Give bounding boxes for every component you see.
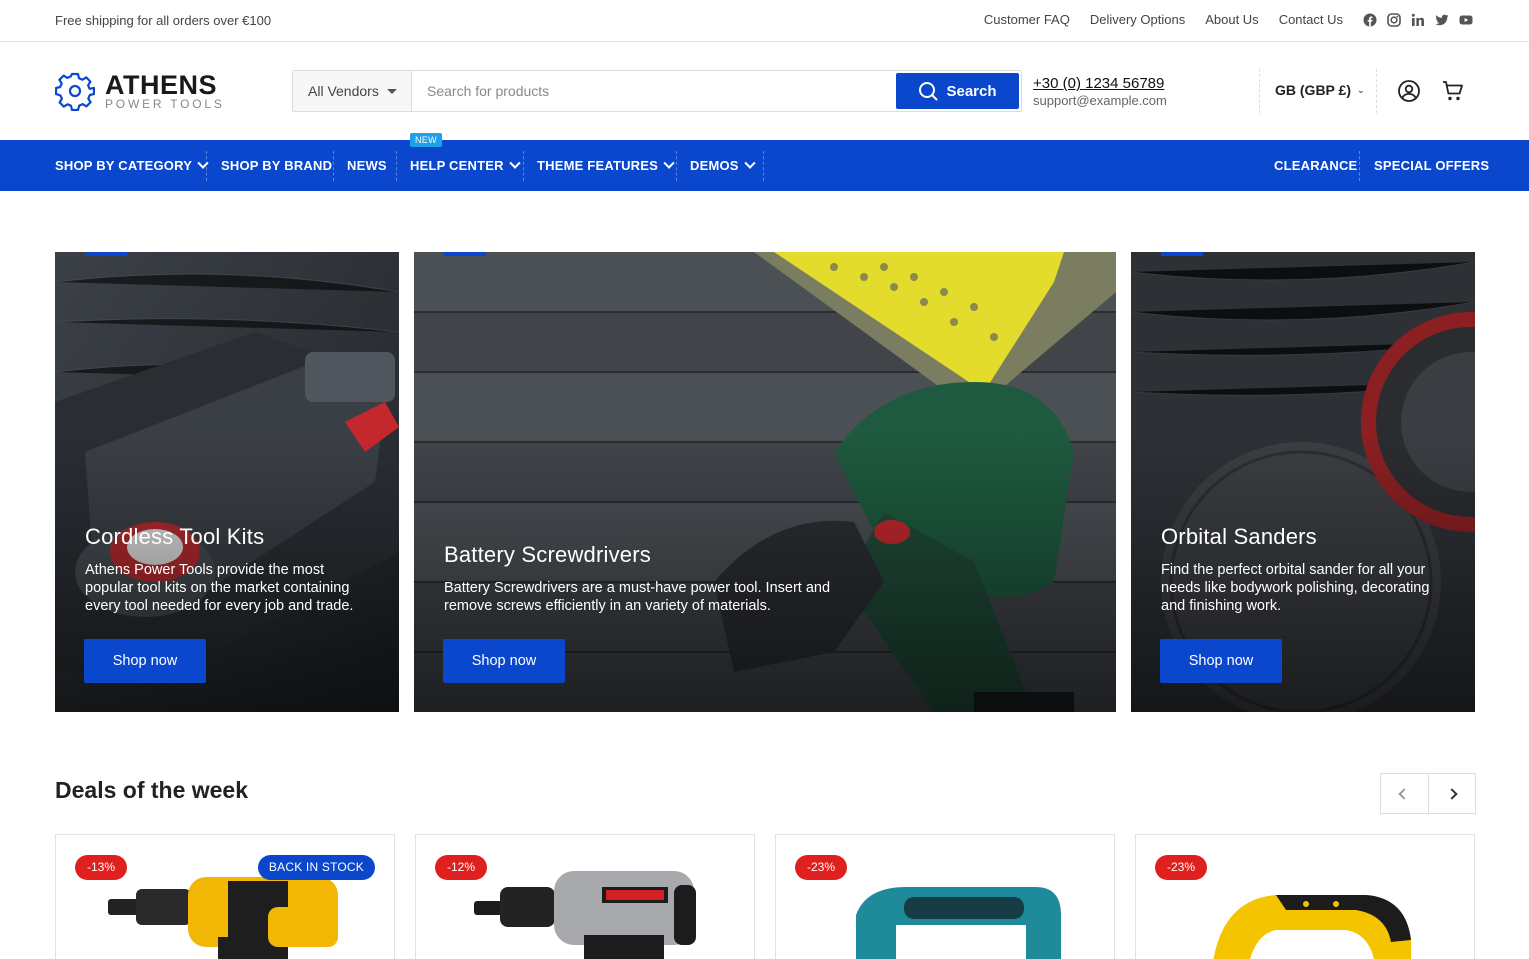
nav-separator xyxy=(333,151,334,181)
logo[interactable]: ATHENS POWER TOOLS xyxy=(55,71,225,111)
search-input[interactable] xyxy=(412,71,896,111)
currency-value: GB (GBP £) xyxy=(1275,82,1351,98)
banner-title: Battery Screwdrivers xyxy=(444,542,651,567)
deals-carousel-arrows xyxy=(1380,773,1476,814)
chevron-down-icon xyxy=(509,157,521,169)
nav-label: SPECIAL OFFERS xyxy=(1374,158,1490,173)
nav-news[interactable]: NEWS xyxy=(347,140,387,191)
banner-orbital-sanders[interactable]: Orbital Sanders Find the perfect orbital… xyxy=(1131,252,1475,712)
product-card[interactable]: -12% xyxy=(415,834,755,959)
nav-special-offers[interactable]: SPECIAL OFFERS xyxy=(1374,140,1489,191)
nav-separator xyxy=(763,151,764,181)
youtube-icon[interactable] xyxy=(1459,13,1473,27)
header-divider xyxy=(1259,69,1260,113)
nav-demos[interactable]: DEMOS xyxy=(690,140,756,191)
link-contact-us[interactable]: Contact Us xyxy=(1279,12,1343,27)
nav-label: DEMOS xyxy=(690,158,739,173)
link-customer-faq[interactable]: Customer FAQ xyxy=(984,12,1070,27)
nav-label: SHOP BY CATEGORY xyxy=(55,158,193,173)
account-icon[interactable] xyxy=(1397,79,1421,103)
nav-clearance[interactable]: CLEARANCE xyxy=(1274,140,1357,191)
banner-battery-screwdrivers[interactable]: Battery Screwdrivers Battery Screwdriver… xyxy=(414,252,1116,712)
vendor-select-value: All Vendors xyxy=(308,83,379,99)
social-links xyxy=(1363,12,1473,27)
instagram-icon[interactable] xyxy=(1387,12,1401,27)
gear-logo-icon xyxy=(55,72,95,111)
nav-label: SHOP BY BRAND xyxy=(221,158,333,173)
header-divider xyxy=(1376,69,1377,113)
shop-now-button[interactable]: Shop now xyxy=(84,639,206,683)
nav-label: HELP CENTER xyxy=(410,158,504,173)
banner-text: Battery Screwdrivers are a must-have pow… xyxy=(444,580,831,614)
main-nav: SHOP BY CATEGORY SHOP BY BRAND NEWS HELP… xyxy=(0,140,1529,191)
nav-theme-features[interactable]: THEME FEATURES xyxy=(537,140,675,191)
nav-label: THEME FEATURES xyxy=(537,158,659,173)
shop-now-button[interactable]: Shop now xyxy=(443,639,565,683)
product-image xyxy=(1213,895,1411,959)
nav-label: NEWS xyxy=(347,158,387,173)
prev-button[interactable] xyxy=(1381,774,1428,813)
chevron-right-icon xyxy=(1446,787,1458,800)
product-image xyxy=(474,871,696,959)
facebook-icon[interactable] xyxy=(1363,13,1377,27)
search-icon xyxy=(919,82,938,101)
link-delivery-options[interactable]: Delivery Options xyxy=(1090,12,1185,27)
nav-help-center[interactable]: HELP CENTER xyxy=(410,140,521,191)
discount-badge: -23% xyxy=(1155,855,1208,880)
shipping-notice: Free shipping for all orders over €100 xyxy=(55,13,272,28)
search-button[interactable]: Search xyxy=(896,73,1019,109)
vendor-select[interactable]: All Vendors xyxy=(293,71,412,111)
link-about-us[interactable]: About Us xyxy=(1205,12,1258,27)
nav-label: CLEARANCE xyxy=(1274,158,1358,173)
back-in-stock-badge: BACK IN STOCK xyxy=(257,855,375,880)
nav-shop-by-category[interactable]: SHOP BY CATEGORY xyxy=(55,140,209,191)
logo-tagline: POWER TOOLS xyxy=(105,96,225,111)
product-image xyxy=(856,887,1061,959)
cart-icon[interactable] xyxy=(1441,79,1465,103)
nav-separator xyxy=(396,151,397,181)
caret-down-icon xyxy=(386,88,397,94)
banner-text: Athens Power Tools provide the most popu… xyxy=(85,562,354,614)
shop-now-button[interactable]: Shop now xyxy=(1160,639,1282,683)
chevron-down-icon xyxy=(663,157,675,169)
banner-title: Orbital Sanders xyxy=(1161,524,1317,549)
product-image xyxy=(108,877,338,959)
top-bar: Free shipping for all orders over €100 C… xyxy=(0,0,1529,42)
support-email: support@example.com xyxy=(1033,93,1167,108)
product-card[interactable]: -23% xyxy=(775,834,1115,959)
chevron-down-icon xyxy=(197,157,209,169)
deals-title: Deals of the week xyxy=(55,777,249,803)
product-card[interactable]: -13% BACK IN STOCK xyxy=(55,834,395,959)
nav-separator xyxy=(523,151,524,181)
nav-shop-by-brand[interactable]: SHOP BY BRAND xyxy=(221,140,332,191)
top-links: Customer FAQ Delivery Options About Us C… xyxy=(984,12,1473,27)
banner-accent xyxy=(85,252,127,256)
chevron-left-icon xyxy=(1398,787,1410,800)
discount-badge: -13% xyxy=(75,855,128,880)
logo-name: ATHENS xyxy=(105,69,218,100)
chevron-down-icon xyxy=(744,157,756,169)
discount-badge: -23% xyxy=(795,855,848,880)
banner-cordless-tool-kits[interactable]: Cordless Tool Kits Athens Power Tools pr… xyxy=(55,252,399,712)
product-card[interactable]: -23% xyxy=(1135,834,1475,959)
nav-separator xyxy=(1359,151,1360,181)
twitter-icon[interactable] xyxy=(1435,13,1449,27)
banner-accent xyxy=(444,252,486,256)
banner-title: Cordless Tool Kits xyxy=(85,524,265,549)
discount-badge: -12% xyxy=(435,855,488,880)
nav-separator xyxy=(206,151,207,181)
phone-link[interactable]: +30 (0) 1234 56789 xyxy=(1033,75,1167,92)
banner-accent xyxy=(1161,252,1203,256)
contact-info: +30 (0) 1234 56789 support@example.com xyxy=(1033,75,1167,108)
nav-separator xyxy=(676,151,677,181)
search-button-label: Search xyxy=(946,82,997,100)
next-button[interactable] xyxy=(1427,774,1476,813)
currency-selector[interactable]: GB (GBP £) ⌄ xyxy=(1275,82,1365,98)
chevron-down-icon: ⌄ xyxy=(1356,84,1365,95)
new-badge: NEW xyxy=(410,133,442,147)
search-bar: All Vendors Search xyxy=(292,70,1022,112)
site-header: ATHENS POWER TOOLS All Vendors Search +3… xyxy=(0,42,1529,140)
banner-text: Find the perfect orbital sander for all … xyxy=(1161,562,1430,614)
linkedin-icon[interactable] xyxy=(1411,13,1425,27)
